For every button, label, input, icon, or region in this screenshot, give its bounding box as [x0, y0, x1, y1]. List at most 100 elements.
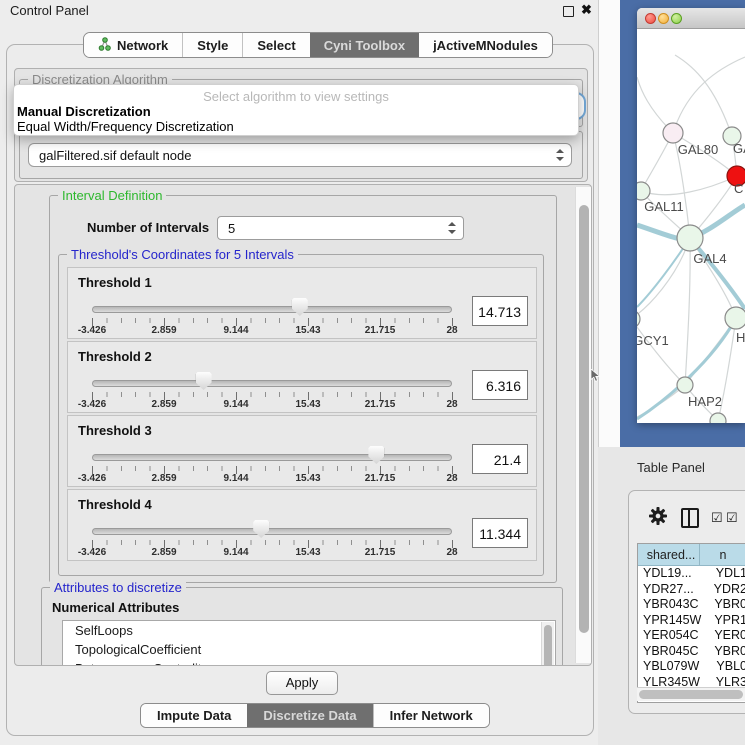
tab-style[interactable]: Style [182, 33, 242, 57]
table-row[interactable]: YBR043CYBR0 [638, 597, 745, 613]
threshold-4-slider-track[interactable] [92, 528, 452, 535]
table-row[interactable]: YDR27...YDR2 [638, 582, 745, 598]
threshold-2-slider-thumb[interactable] [196, 372, 212, 390]
table-row[interactable]: YDL19...YDL1 [638, 566, 745, 582]
table-row[interactable]: YER054CYER0 [638, 628, 745, 644]
number-of-intervals-value: 5 [228, 221, 235, 236]
table-row[interactable]: YBR045CYBR0 [638, 644, 745, 660]
network-canvas[interactable]: GAL80 GA C GAL11 GAL4 GCY1 H HAP2 [637, 29, 745, 423]
threshold-4-value-field[interactable]: 11.344 [472, 518, 528, 548]
cell-shared-name[interactable]: YER054C [638, 628, 710, 644]
column-header-name[interactable]: n [700, 544, 745, 566]
attributes-scrollbar[interactable] [541, 622, 554, 666]
node-gal11[interactable] [637, 182, 650, 200]
node-gal80[interactable] [663, 123, 683, 143]
table-data-combobox[interactable]: galFiltered.sif default node [28, 143, 572, 167]
interval-definition-group: Interval Definition Number of Intervals … [49, 195, 557, 583]
threshold-3-slider-thumb[interactable] [368, 446, 384, 464]
attributes-group: Attributes to discretize Numerical Attri… [41, 587, 563, 666]
cell-name[interactable]: YER0 [710, 628, 745, 644]
threshold-1-slider-track[interactable] [92, 306, 452, 313]
cell-name[interactable]: YDL1 [712, 566, 745, 582]
tab-jactivemnodules[interactable]: jActiveMNodules [419, 33, 552, 57]
close-traffic-light-icon[interactable] [645, 13, 656, 24]
node-label: GAL11 [644, 199, 684, 214]
gear-icon[interactable] [649, 507, 667, 525]
threshold-2-panel: Threshold 2 -3.426 2.859 9.144 15.43 21.… [67, 341, 537, 413]
numerical-attributes-list[interactable]: SelfLoops TopologicalCoefficient Between… [62, 620, 556, 666]
node-bottom[interactable] [710, 413, 726, 423]
table-body: YDL19...YDL1YDR27...YDR2YBR043CYBR0YPR14… [638, 566, 745, 703]
apply-button[interactable]: Apply [266, 671, 338, 695]
control-panel-titlebar: Control Panel ✖ [0, 0, 598, 22]
threshold-3-value-field[interactable]: 21.4 [472, 444, 528, 474]
cell-shared-name[interactable]: YDR27... [638, 582, 710, 598]
combo-arrows-icon [556, 149, 564, 161]
mouse-cursor [591, 369, 601, 382]
table-row[interactable]: YPR145WYPR1 [638, 613, 745, 629]
thresholds-group: Threshold's Coordinates for 5 Intervals … [58, 254, 544, 576]
node-label: GAL4 [693, 251, 726, 266]
column-header-shared-name[interactable]: shared... [638, 544, 700, 566]
popup-option-manual-discretization[interactable]: Manual Discretization [17, 104, 151, 119]
threshold-4-slider-thumb[interactable] [253, 520, 269, 538]
tab-cyni-toolbox[interactable]: Cyni Toolbox [310, 33, 419, 57]
node-attribute-table[interactable]: shared... n YDL19...YDL1YDR27...YDR2YBR0… [637, 543, 745, 703]
close-icon[interactable]: ✖ [581, 2, 592, 18]
node-gal4[interactable] [677, 225, 703, 251]
checkbox-icon[interactable]: ☑ [711, 510, 723, 526]
threshold-2-slider-track[interactable] [92, 380, 452, 387]
network-view-window: GAL80 GA C GAL11 GAL4 GCY1 H HAP2 [620, 0, 745, 447]
cell-shared-name[interactable]: YDL19... [638, 566, 712, 582]
settings-scrollbar[interactable] [575, 187, 592, 663]
cell-shared-name[interactable]: YBR045C [638, 644, 710, 660]
number-of-intervals-spinner[interactable]: 5 [217, 216, 464, 240]
table-panel-title: Table Panel [637, 460, 705, 475]
cell-name[interactable]: YBR0 [710, 597, 745, 613]
cell-shared-name[interactable]: YBR043C [638, 597, 710, 613]
node-label: GAL80 [678, 142, 718, 157]
cell-name[interactable]: YDR2 [710, 582, 745, 598]
node-label: HAP2 [688, 394, 722, 409]
list-item[interactable]: SelfLoops [63, 621, 555, 640]
checkbox-icon[interactable]: ☑ [726, 510, 738, 526]
table-row[interactable]: YBL079WYBL0 [638, 659, 745, 675]
cell-name[interactable]: YBL0 [712, 659, 745, 675]
threshold-4-panel: Threshold 4 -3.426 2.859 9.144 15.43 21.… [67, 489, 537, 561]
node-right-mid[interactable] [725, 307, 745, 329]
threshold-3-slider-track[interactable] [92, 454, 452, 461]
window-title: Control Panel [10, 3, 89, 18]
table-data-value: galFiltered.sif default node [39, 148, 191, 163]
popup-option-equal-width[interactable]: Equal Width/Frequency Discretization [17, 119, 234, 134]
tab-select[interactable]: Select [242, 33, 309, 57]
cell-name[interactable]: YBR0 [710, 644, 745, 660]
table-horizontal-scrollbar[interactable] [637, 687, 745, 701]
threshold-1-panel: Threshold 1 -3.426 2.859 9.144 15.43 21.… [67, 267, 537, 339]
tab-impute-data[interactable]: Impute Data [141, 704, 247, 727]
cell-name[interactable]: YPR1 [710, 613, 745, 629]
split-panel-icon[interactable] [681, 508, 699, 528]
threshold-1-value-field[interactable]: 14.713 [472, 296, 528, 326]
threshold-2-value-field[interactable]: 6.316 [472, 370, 528, 400]
list-item[interactable]: BetweennessCentrality [63, 659, 555, 666]
table-toolbar: ☑ ☑ [629, 491, 745, 541]
cell-shared-name[interactable]: YPR145W [638, 613, 710, 629]
control-panel-window: Control Panel ✖ Network Style Select [0, 0, 599, 745]
node-label: C [734, 181, 743, 196]
list-item[interactable]: TopologicalCoefficient [63, 640, 555, 659]
node-hap2[interactable] [677, 377, 693, 393]
settings-scroll-box: Interval Definition Number of Intervals … [14, 184, 592, 666]
table-panel-box: ☑ ☑ shared... n YDL19...YDL1YDR27...YDR2… [628, 490, 745, 714]
float-window-icon[interactable] [563, 6, 574, 17]
table-header-row: shared... n [638, 544, 745, 566]
cell-shared-name[interactable]: YBL079W [638, 659, 712, 675]
tab-network-label: Network [117, 38, 168, 53]
bottom-tab-bar: Impute Data Discretize Data Infer Networ… [140, 703, 490, 728]
tab-network[interactable]: Network [84, 33, 182, 57]
threshold-1-slider-thumb[interactable] [292, 298, 308, 316]
tab-discretize-data[interactable]: Discretize Data [247, 704, 372, 727]
minimize-traffic-light-icon[interactable] [658, 13, 669, 24]
zoom-traffic-light-icon[interactable] [671, 13, 682, 24]
tab-infer-network[interactable]: Infer Network [373, 704, 489, 727]
network-graph: GAL80 GA C GAL11 GAL4 GCY1 H HAP2 [637, 29, 745, 423]
